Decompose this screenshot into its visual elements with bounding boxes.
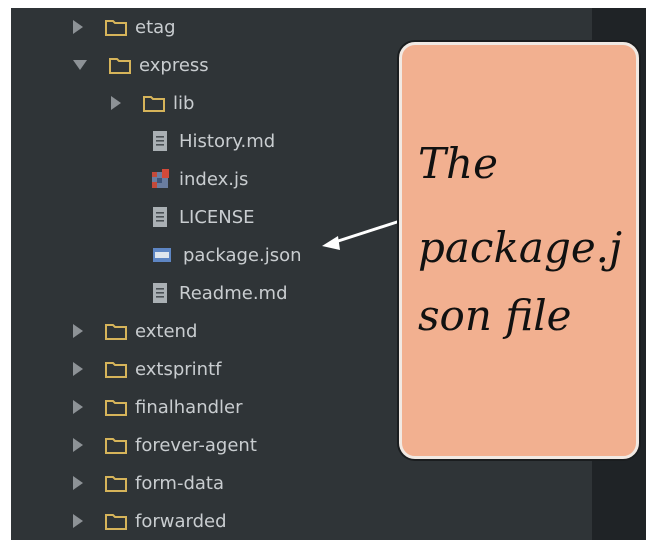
callout-line-3: son file: [418, 291, 572, 340]
callout-line-1: The: [418, 139, 498, 188]
callout-note: The package.j son file: [399, 42, 639, 459]
callout-line-2: package.j: [418, 223, 623, 272]
